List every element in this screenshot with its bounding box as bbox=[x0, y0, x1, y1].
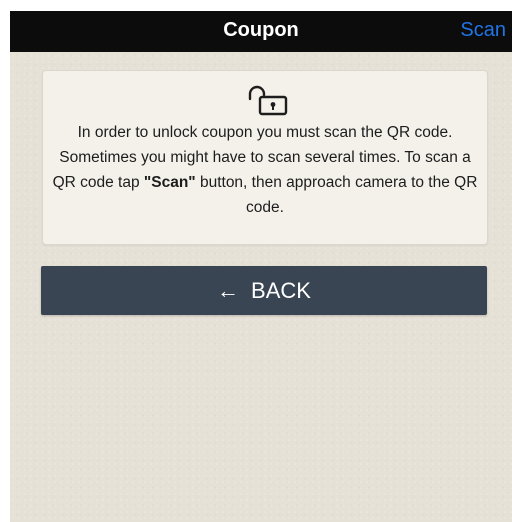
app-screen: Coupon Scan In order to unlock coupon yo… bbox=[10, 11, 512, 522]
scan-button[interactable]: Scan bbox=[460, 11, 506, 52]
back-button[interactable]: ← BACK bbox=[41, 266, 487, 315]
page-title: Coupon bbox=[223, 19, 299, 41]
instruction-scan-keyword: "Scan" bbox=[143, 174, 196, 191]
unlocked-lock-icon bbox=[248, 85, 288, 116]
back-button-label: BACK bbox=[251, 277, 311, 303]
instruction-text-end: button, then approach camera to the QR c… bbox=[195, 174, 478, 216]
navigation-bar: Coupon Scan bbox=[10, 11, 512, 52]
instruction-card: In order to unlock coupon you must scan … bbox=[42, 70, 488, 245]
instruction-text: In order to unlock coupon you must scan … bbox=[51, 120, 479, 220]
back-arrow-icon: ← bbox=[217, 277, 240, 303]
